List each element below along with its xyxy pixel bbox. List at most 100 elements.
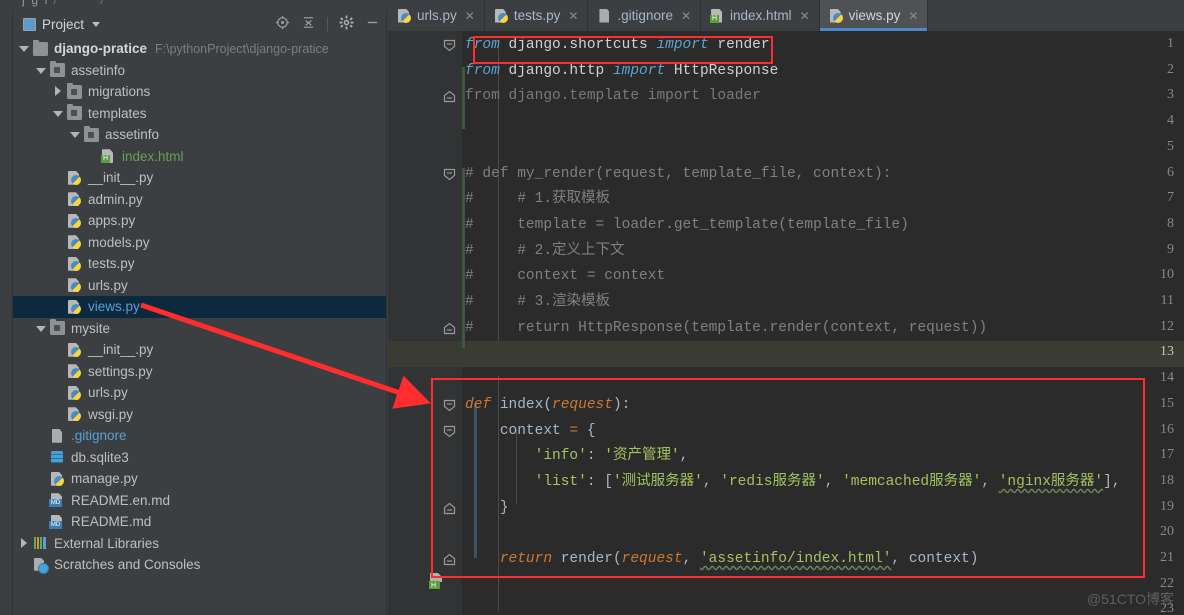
close-icon[interactable]: ✕	[465, 9, 475, 23]
fold-marker-close[interactable]	[443, 322, 456, 335]
folder-module-icon	[67, 104, 82, 121]
twisty-down-icon[interactable]	[19, 43, 30, 54]
code-line-3: from django.template import loader	[465, 88, 761, 105]
tree-item-manage-py[interactable]: manage.py	[13, 468, 386, 490]
html-gutter-icon[interactable]: H	[428, 573, 444, 590]
tree-item-label: README.md	[71, 514, 152, 530]
tree-item-label: README.en.md	[71, 492, 171, 508]
structure-tool-tab[interactable]	[1, 14, 12, 16]
project-panel-title: Project	[42, 16, 85, 32]
tree-item-label: Scratches and Consoles	[54, 557, 201, 573]
code-line-17: 'info': '资产管理',	[534, 448, 689, 465]
twisty-down-icon[interactable]	[36, 323, 47, 334]
tree-item-models-py[interactable]: models.py	[13, 232, 386, 254]
tree-item-assetinfo[interactable]: assetinfo	[13, 60, 386, 82]
code-line-19: }	[499, 499, 509, 516]
tree-item-admin-py[interactable]: admin.py	[13, 189, 386, 211]
code-line-9: # # 2.定义上下文	[465, 242, 625, 259]
collapse-all-icon[interactable]	[301, 15, 316, 33]
tree-item-label: admin.py	[88, 191, 143, 207]
twisty-down-icon[interactable]	[36, 65, 47, 76]
editor-tab-label: urls.py	[417, 8, 457, 23]
tree-item-django-pratice[interactable]: django-pratice F:\pythonProject\django-pr…	[13, 38, 386, 60]
close-icon[interactable]: ✕	[800, 9, 810, 23]
editor-tab-index-html[interactable]: index.html ✕	[701, 0, 820, 31]
minimize-icon[interactable]	[365, 15, 380, 33]
python-file-icon	[67, 300, 82, 314]
tree-item-apps-py[interactable]: apps.py	[13, 210, 386, 232]
left-tool-strip[interactable]	[0, 10, 13, 615]
tree-item-label: django-pratice	[54, 41, 148, 57]
fold-marker-close[interactable]	[443, 502, 456, 515]
source-code[interactable]: from django.shortcuts import render from …	[465, 31, 1184, 615]
tree-item--gitignore[interactable]: .gitignore	[13, 425, 386, 447]
editor-tab-views-py[interactable]: views.py ✕	[819, 0, 929, 31]
python-file-icon	[67, 192, 82, 207]
editor-tab-label: index.html	[730, 8, 792, 23]
editor-tabbar[interactable]: urls.py✕tests.py✕.gitignore✕index.html✕v…	[388, 0, 1184, 31]
tree-item-scratches-and-consoles[interactable]: Scratches and Consoles	[13, 554, 386, 576]
pycharm-window: j g r/ / django-pratice Project	[0, 0, 1184, 615]
tree-item-external-libraries[interactable]: External Libraries	[13, 533, 386, 555]
twisty-right-icon[interactable]	[53, 86, 64, 97]
tree-item-urls-py[interactable]: urls.py	[13, 275, 386, 297]
close-icon[interactable]: ✕	[908, 9, 918, 23]
fold-marker-open[interactable]	[443, 425, 456, 438]
fold-marker-open[interactable]	[443, 399, 456, 412]
tree-item-tests-py[interactable]: tests.py	[13, 253, 386, 275]
close-icon[interactable]: ✕	[681, 9, 691, 23]
tree-item-settings-py[interactable]: settings.py	[13, 361, 386, 383]
tree-item-urls-py[interactable]: urls.py	[13, 382, 386, 404]
tree-item--init-py[interactable]: __init__.py	[13, 167, 386, 189]
fold-marker-open[interactable]	[443, 168, 456, 181]
locate-icon[interactable]	[275, 15, 290, 33]
tree-item-label: urls.py	[88, 277, 128, 293]
code-line-1: from django.shortcuts import render	[465, 37, 770, 53]
chevron-down-icon[interactable]	[92, 21, 101, 27]
tree-item-readme-md[interactable]: README.md	[13, 511, 386, 533]
tree-item-wsgi-py[interactable]: wsgi.py	[13, 404, 386, 426]
twisty-down-icon[interactable]	[70, 129, 81, 140]
tree-item-index-html[interactable]: index.html	[13, 146, 386, 168]
tree-item--init-py[interactable]: __init__.py	[13, 339, 386, 361]
python-file-icon	[67, 407, 82, 422]
tree-item-readme-en-md[interactable]: README.en.md	[13, 490, 386, 512]
fold-marker-close[interactable]	[443, 90, 456, 103]
twisty-down-icon[interactable]	[53, 108, 64, 119]
tree-item-migrations[interactable]: migrations	[13, 81, 386, 103]
twisty-right-icon[interactable]	[19, 537, 30, 549]
fold-marker-close[interactable]	[443, 553, 456, 566]
folder-project-icon	[33, 39, 48, 56]
tree-item-assetinfo[interactable]: assetinfo	[13, 124, 386, 146]
python-file-icon	[50, 472, 65, 486]
editor-tab--gitignore[interactable]: .gitignore ✕	[588, 0, 702, 31]
tree-item-label: index.html	[122, 148, 184, 164]
editor-tab-urls-py[interactable]: urls.py ✕	[388, 0, 485, 31]
code-editor[interactable]: 1 2 3 4 5 6 7 8 9 10 11 12 13 14 15 16 17 18 19 20 21 22 23 fr…	[388, 31, 1184, 615]
toolbar-divider	[327, 16, 328, 32]
close-icon[interactable]: ✕	[568, 9, 578, 23]
code-line-15: def index(request):	[465, 396, 631, 413]
python-file-icon	[397, 9, 412, 23]
tree-item-mysite[interactable]: mysite	[13, 318, 386, 340]
editor-tab-label: .gitignore	[617, 8, 673, 23]
editor-tab-tests-py[interactable]: tests.py ✕	[485, 0, 589, 31]
folder-module-icon	[84, 125, 99, 142]
libraries-icon	[33, 536, 48, 550]
project-tree[interactable]: django-pratice F:\pythonProject\django-pr…	[13, 38, 386, 615]
tree-item-templates[interactable]: templates	[13, 103, 386, 125]
code-line-11: # # 3.渲染模板	[465, 294, 611, 310]
editor-tab-label: views.py	[848, 8, 901, 23]
code-line-8: # template = loader.get_template(templat…	[465, 216, 909, 233]
project-icon	[23, 17, 36, 31]
tree-item-db-sqlite3[interactable]: db.sqlite3	[13, 447, 386, 469]
settings-gear-icon[interactable]	[339, 15, 354, 33]
fold-marker-open[interactable]	[443, 39, 456, 52]
tree-item-label: manage.py	[71, 471, 138, 487]
tree-item-views-py[interactable]: views.py	[13, 296, 386, 318]
